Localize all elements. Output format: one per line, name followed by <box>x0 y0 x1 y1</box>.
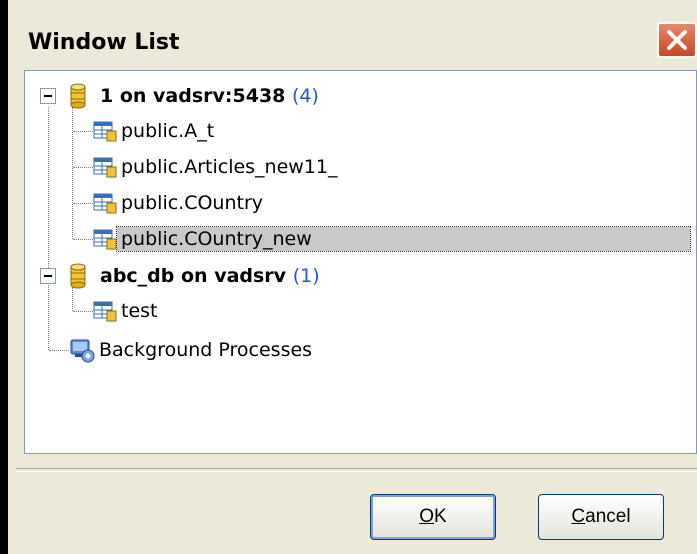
collapse-icon[interactable] <box>40 88 56 104</box>
window-count: (4) <box>292 85 319 107</box>
tree-line <box>73 203 93 204</box>
close-icon <box>667 30 687 50</box>
table-icon <box>93 193 117 214</box>
database-icon <box>70 263 86 289</box>
table-name: test <box>121 300 158 322</box>
tree-node-database[interactable]: 1 on vadsrv:5438 (4) <box>68 81 323 111</box>
database-icon <box>70 83 86 109</box>
ok-label: K <box>434 506 447 527</box>
tree-line <box>73 131 93 132</box>
table-name: public.COuntry <box>121 192 264 214</box>
ok-button[interactable]: OK <box>370 494 496 540</box>
tree-line <box>49 350 69 351</box>
tree-node-table[interactable]: test <box>93 296 162 326</box>
title-bar: Window List <box>8 0 697 64</box>
table-name: public.Articles_new11_ <box>121 156 338 178</box>
tree-line <box>73 239 93 240</box>
window-list-dialog: Window List 1 on vadsrv:5438 (4) public.… <box>0 0 697 554</box>
table-name: public.A_t <box>121 120 215 142</box>
table-icon <box>93 229 117 250</box>
collapse-icon[interactable] <box>40 268 56 284</box>
tree-line <box>73 167 93 168</box>
table-icon <box>93 121 117 142</box>
cancel-label: ancel <box>585 506 631 527</box>
database-name: 1 on vadsrv:5438 <box>100 85 286 107</box>
tree-line <box>48 107 49 350</box>
background-processes-label: Background Processes <box>99 339 313 361</box>
tree-line <box>73 311 93 312</box>
table-name: public.COuntry_new <box>116 226 691 252</box>
cancel-button[interactable]: Cancel <box>538 494 664 540</box>
tree-node-table[interactable]: public.Articles_new11_ <box>93 152 342 182</box>
cancel-accelerator: C <box>571 506 586 527</box>
ok-accelerator: O <box>419 506 435 527</box>
tree-node-table[interactable]: public.COuntry <box>93 188 267 218</box>
tree-node-database[interactable]: abc_db on vadsrv (1) <box>68 261 324 291</box>
tree-node-table[interactable]: public.A_t <box>93 116 218 146</box>
database-name: abc_db on vadsrv <box>100 265 287 287</box>
separator <box>16 468 697 472</box>
window-tree[interactable]: 1 on vadsrv:5438 (4) public.A_t public.A… <box>24 70 697 454</box>
background-processes-icon <box>70 339 95 363</box>
tree-line <box>72 107 73 239</box>
tree-node-table-selected[interactable]: public.COuntry_new <box>93 224 691 254</box>
window-count: (1) <box>292 265 320 287</box>
table-icon <box>93 301 117 322</box>
window-title: Window List <box>28 30 180 55</box>
table-icon <box>93 157 117 178</box>
close-button[interactable] <box>657 22 697 58</box>
tree-node-background-processes[interactable]: Background Processes <box>69 335 316 365</box>
